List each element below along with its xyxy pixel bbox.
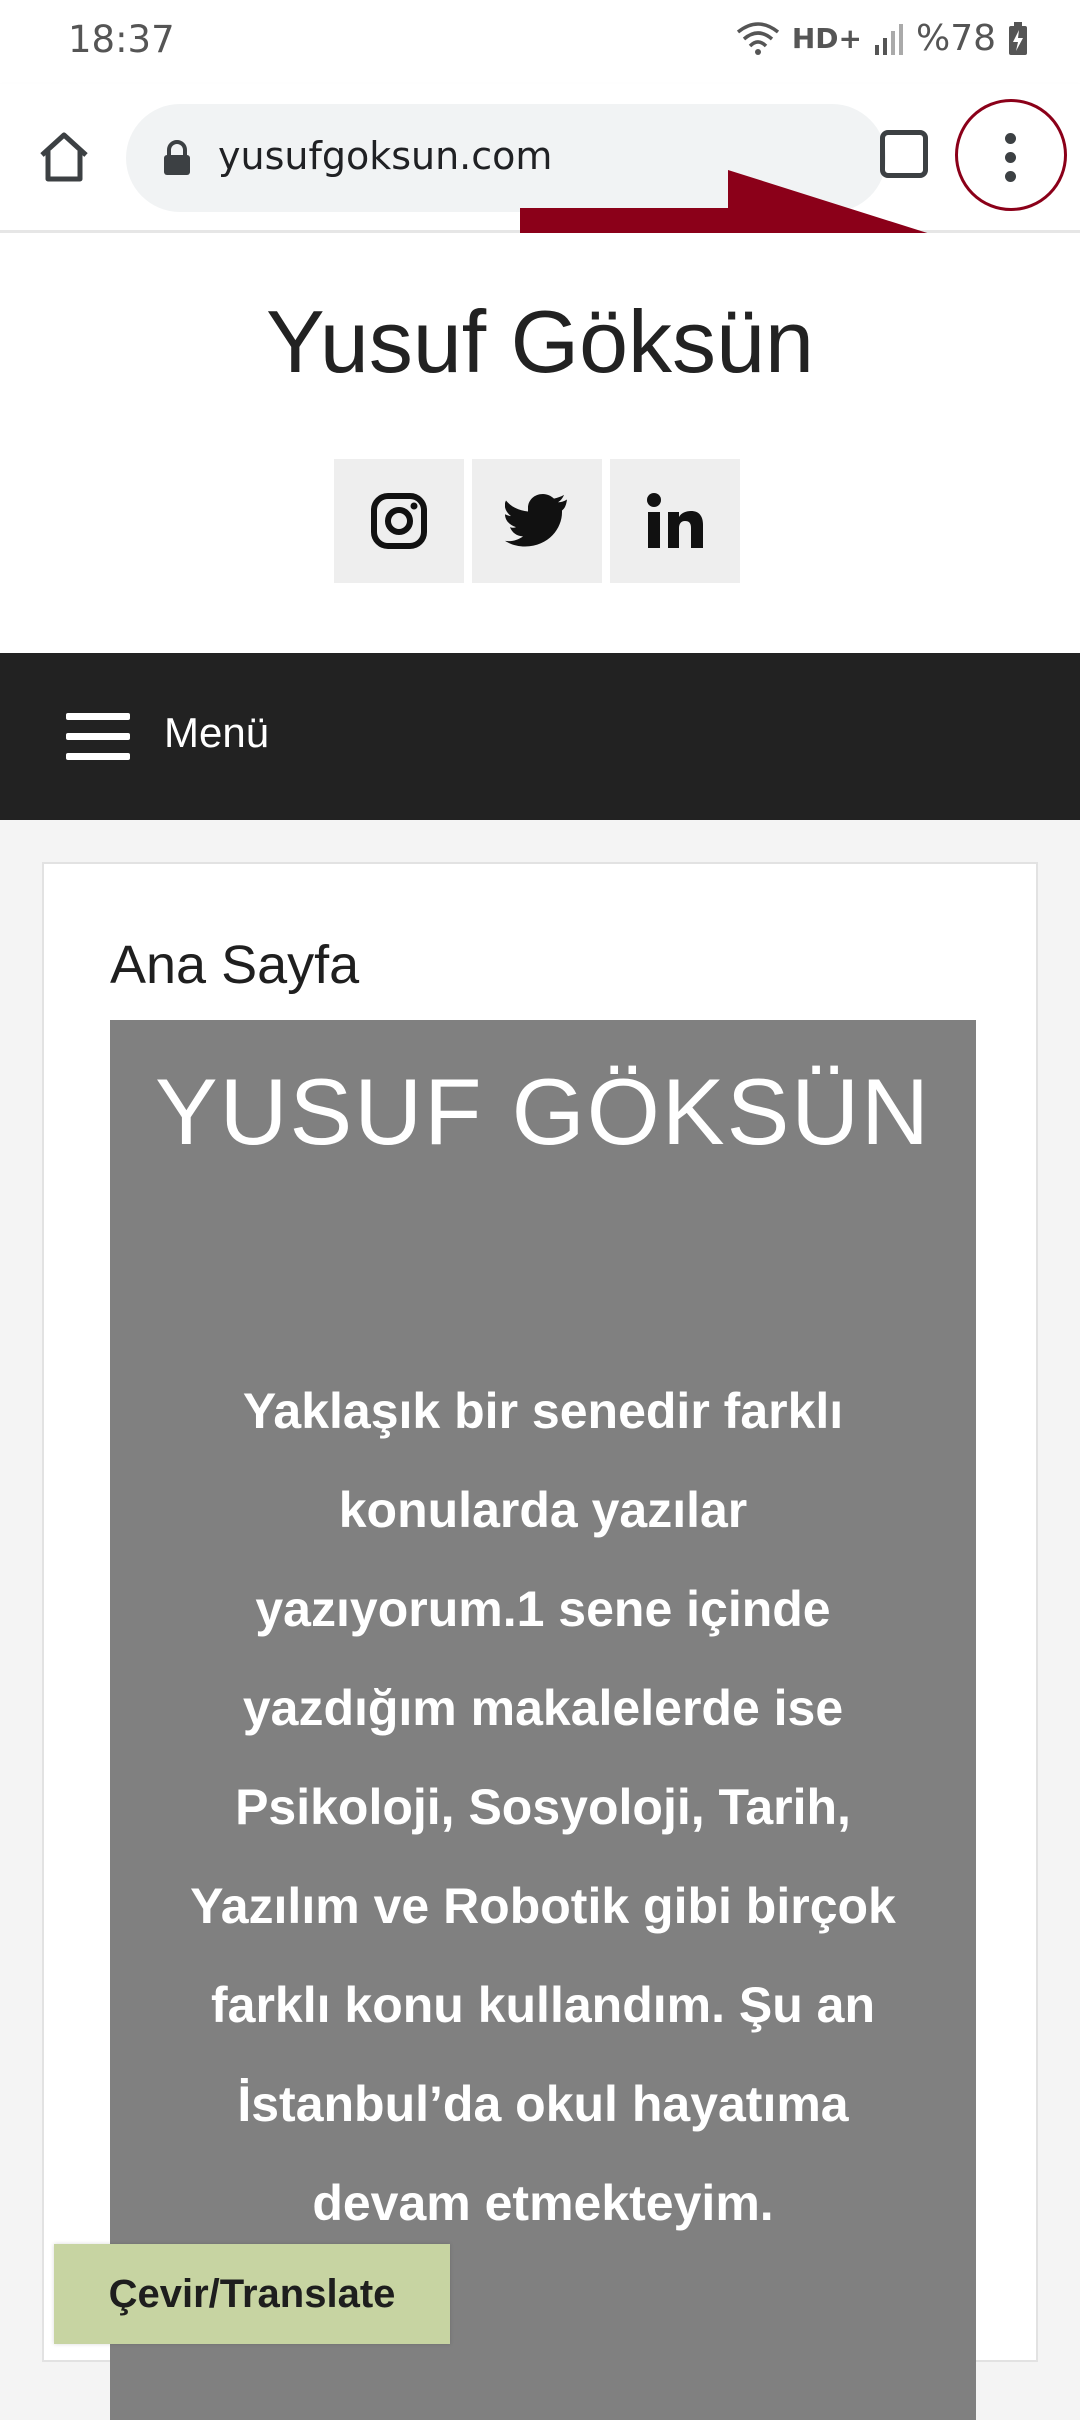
- hero-block: YUSUF GÖKSÜN Yaklaşık bir senedir farklı…: [110, 1020, 976, 2420]
- instagram-button[interactable]: [334, 459, 464, 583]
- menu-dot: [1005, 133, 1016, 144]
- status-icons: HD+ %78: [736, 18, 1028, 59]
- translate-button[interactable]: Çevir/Translate: [54, 2244, 450, 2344]
- network-type: HD+: [791, 22, 862, 55]
- linkedin-icon: [647, 493, 703, 548]
- battery-level: %78: [915, 18, 996, 59]
- twitter-icon: [505, 494, 567, 547]
- home-icon[interactable]: [36, 129, 92, 185]
- status-time: 18:37: [68, 18, 175, 61]
- page-title: Ana Sayfa: [110, 935, 360, 995]
- social-links: [334, 459, 740, 583]
- content-card: Ana Sayfa YUSUF GÖKSÜN Yaklaşık bir sene…: [42, 862, 1038, 2420]
- menu-dot: [1005, 152, 1016, 163]
- status-bar: 18:37 HD+ %78: [0, 0, 1080, 84]
- linkedin-button[interactable]: [610, 459, 740, 583]
- wifi-icon: [736, 21, 779, 55]
- hero-title: YUSUF GÖKSÜN: [154, 1059, 932, 1164]
- instagram-icon: [371, 493, 427, 549]
- hamburger-icon[interactable]: [66, 713, 130, 761]
- twitter-button[interactable]: [472, 459, 602, 583]
- battery-charging-icon: [1009, 21, 1027, 55]
- hamburger-line: [66, 733, 130, 740]
- site-title[interactable]: Yusuf Göksün: [0, 291, 1080, 393]
- hamburger-line: [66, 713, 130, 720]
- hero-description: Yaklaşık bir senedir farklı konularda ya…: [190, 1383, 896, 2231]
- menu-dot: [1005, 171, 1016, 182]
- more-vert-icon[interactable]: [955, 99, 1067, 211]
- menu-label[interactable]: Menü: [164, 709, 269, 757]
- hamburger-line: [66, 753, 130, 760]
- browser-toolbar: yusufgoksun.com: [0, 84, 1080, 304]
- site-header: Yusuf Göksün: [0, 233, 1080, 653]
- signal-icon: [874, 23, 903, 55]
- nav-menu-bar[interactable]: Menü: [0, 653, 1080, 820]
- lock-icon: [164, 140, 190, 175]
